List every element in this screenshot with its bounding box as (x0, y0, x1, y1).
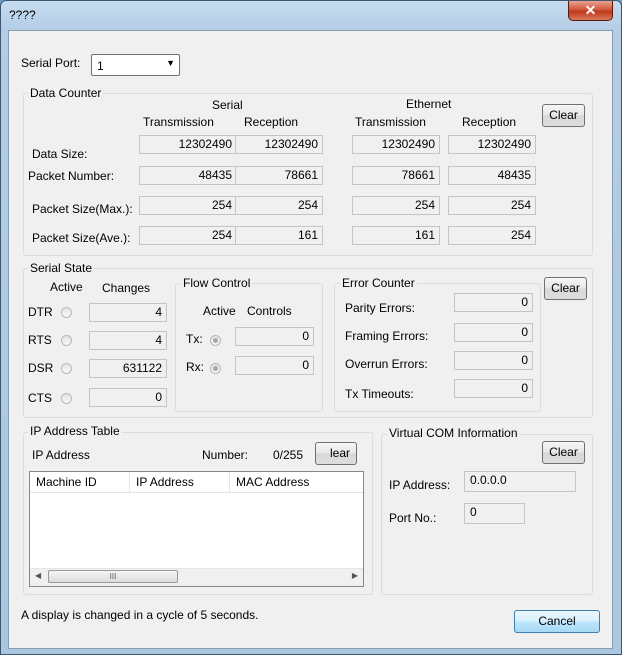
parity-errors-value: 0 (454, 293, 533, 312)
ip-table-number-value: 0/255 (273, 448, 304, 462)
dtr-active-indicator (61, 307, 72, 318)
data-counter-clear-button[interactable]: Clear (542, 104, 585, 127)
serial-changes-header: Changes (102, 281, 151, 295)
flow-control-title: Flow Control (181, 276, 253, 290)
eth-rx-packet-size-ave: 254 (448, 226, 536, 245)
window-title: ???? (9, 8, 36, 22)
virtual-com-port-label: Port No.: (389, 511, 437, 525)
rts-active-indicator (61, 335, 72, 346)
dsr-active-indicator (61, 363, 72, 374)
serial-header: Serial (212, 98, 243, 112)
row-label-packet-size-ave: Packet Size(Ave.): (32, 231, 131, 245)
error-counter-title: Error Counter (340, 276, 417, 290)
ip-address-listview[interactable]: Machine ID IP Address MAC Address ◀ III … (29, 471, 364, 587)
rx-label: Rx: (186, 360, 204, 374)
ip-listview-header: Machine ID IP Address MAC Address (30, 472, 363, 493)
tx-controls: 0 (235, 327, 314, 346)
serial-rx-packet-size-max: 254 (235, 196, 323, 215)
overrun-errors-value: 0 (454, 351, 533, 370)
eth-rx-packet-size-max: 254 (448, 196, 536, 215)
column-ip-address[interactable]: IP Address (130, 472, 230, 492)
rts-label: RTS (28, 333, 52, 347)
serial-tx-data-size: 12302490 (139, 135, 237, 154)
scroll-left-arrow-icon[interactable]: ◀ (35, 571, 41, 580)
eth-rx-packet-number: 48435 (448, 166, 536, 185)
virtual-com-clear-button[interactable]: Clear (542, 441, 585, 464)
ip-table-ip-label: IP Address (32, 448, 90, 462)
eth-rx-data-size: 12302490 (448, 135, 536, 154)
row-label-packet-size-max: Packet Size(Max.): (32, 202, 133, 216)
virtual-com-title: Virtual COM Information (387, 426, 520, 440)
data-counter-title: Data Counter (28, 86, 104, 100)
cancel-button[interactable]: Cancel (514, 610, 600, 633)
ip-table-number-label: Number: (202, 448, 249, 462)
serial-reception-header: Reception (244, 115, 299, 129)
ip-table-title: IP Address Table (28, 424, 122, 438)
serial-tx-packet-number: 48435 (139, 166, 237, 185)
serial-active-header: Active (50, 280, 83, 294)
dsr-changes: 631122 (89, 359, 167, 378)
ethernet-transmission-header: Transmission (355, 115, 426, 129)
tx-label: Tx: (186, 332, 203, 346)
flow-control-group (175, 283, 323, 412)
cts-label: CTS (28, 391, 52, 405)
cts-changes: 0 (89, 388, 167, 407)
serial-port-value: 1 (97, 59, 104, 73)
dsr-label: DSR (28, 361, 54, 375)
flow-active-header: Active (203, 304, 236, 318)
ip-listview-hscrollbar[interactable]: ◀ III ▶ (30, 568, 363, 586)
column-machine-id[interactable]: Machine ID (30, 472, 130, 492)
tx-timeouts-label: Tx Timeouts: (345, 387, 414, 401)
framing-errors-label: Framing Errors: (345, 329, 429, 343)
serial-transmission-header: Transmission (143, 115, 214, 129)
parity-errors-label: Parity Errors: (345, 301, 416, 315)
scroll-right-arrow-icon[interactable]: ▶ (352, 571, 358, 580)
dtr-changes: 4 (89, 303, 167, 322)
chevron-down-icon: ▼ (166, 58, 175, 68)
eth-tx-data-size: 12302490 (352, 135, 440, 154)
eth-tx-packet-size-max: 254 (352, 196, 440, 215)
dialog-window: ???? ✕ Serial Port: 1 ▼ Data Counter Ser… (0, 0, 622, 655)
rts-changes: 4 (89, 331, 167, 350)
serial-port-combo[interactable]: 1 ▼ (91, 54, 180, 76)
error-counter-clear-button[interactable]: Clear (544, 277, 587, 300)
row-label-data-size: Data Size: (32, 147, 88, 161)
rx-active-indicator (210, 363, 221, 374)
close-button[interactable]: ✕ (568, 1, 613, 21)
serial-rx-packet-size-ave: 161 (235, 226, 323, 245)
dialog-client-area: Serial Port: 1 ▼ Data Counter Serial Eth… (8, 30, 613, 649)
scroll-thumb[interactable]: III (48, 570, 178, 583)
eth-tx-packet-size-ave: 161 (352, 226, 440, 245)
serial-tx-packet-size-max: 254 (139, 196, 237, 215)
cts-active-indicator (61, 393, 72, 404)
row-label-packet-number: Packet Number: (28, 169, 115, 183)
tx-active-indicator (210, 335, 221, 346)
serial-state-title: Serial State (28, 261, 95, 275)
serial-rx-data-size: 12302490 (235, 135, 323, 154)
eth-tx-packet-number: 78661 (352, 166, 440, 185)
serial-rx-packet-number: 78661 (235, 166, 323, 185)
serial-tx-packet-size-ave: 254 (139, 226, 237, 245)
dtr-label: DTR (28, 305, 53, 319)
refresh-cycle-note: A display is changed in a cycle of 5 sec… (21, 608, 259, 622)
rx-controls: 0 (235, 356, 314, 375)
virtual-com-ip-label: IP Address: (389, 478, 451, 492)
overrun-errors-label: Overrun Errors: (345, 357, 428, 371)
serial-port-label: Serial Port: (21, 56, 81, 70)
flow-controls-header: Controls (247, 304, 292, 318)
virtual-com-port-value: 0 (464, 503, 525, 524)
tx-timeouts-value: 0 (454, 379, 533, 398)
virtual-com-ip-value: 0.0.0.0 (464, 471, 576, 492)
ethernet-reception-header: Reception (462, 115, 517, 129)
framing-errors-value: 0 (454, 323, 533, 342)
ethernet-header: Ethernet (406, 97, 452, 111)
column-mac-address[interactable]: MAC Address (230, 472, 363, 492)
ip-table-clear-button[interactable]: lear (315, 442, 357, 465)
